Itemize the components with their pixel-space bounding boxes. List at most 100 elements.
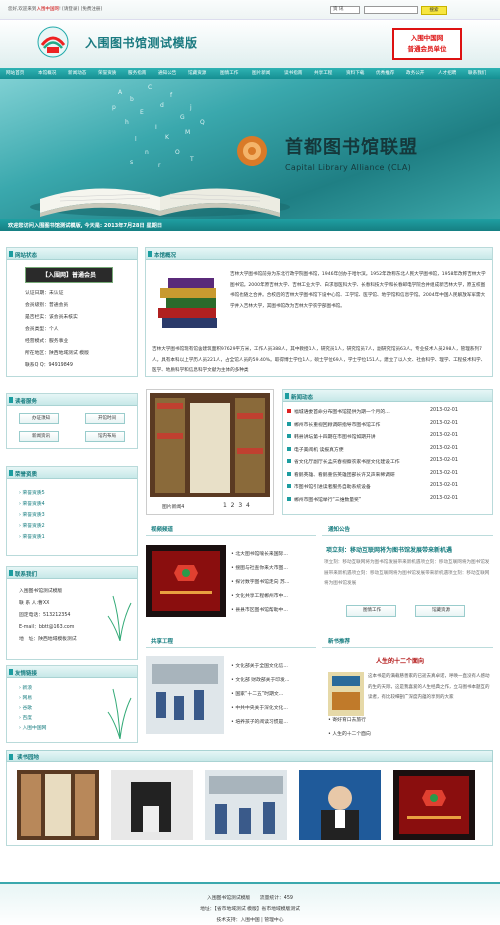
share-item[interactable]: • 国家“十二五”时期文... (231, 690, 316, 697)
search-button[interactable]: 搜索 (421, 6, 447, 15)
site-link[interactable]: 入围中国网 (36, 7, 59, 12)
news-bullet-icon (287, 434, 291, 438)
status-title: 网站状态 (15, 253, 38, 259)
status-row: 是否栏实：该会员未核实 (25, 315, 78, 320)
search-input[interactable] (364, 6, 418, 14)
gallery-image-3[interactable] (205, 770, 287, 840)
nav-item[interactable]: 本馆概况 (38, 70, 56, 76)
book-cover-image[interactable] (328, 672, 364, 716)
book-illustration: Ab Cd E f Gh Ij Kl Mn O p Qr s T (30, 84, 290, 217)
news-info-button[interactable]: 新闻资讯 (19, 431, 59, 442)
nav-item[interactable]: 服务指南 (128, 70, 146, 76)
banner-title: 首都图书馆联盟 (285, 137, 418, 158)
news-item[interactable]: 省文化厅副厅长孟庆春视察农家书屋文化建设工作 (294, 458, 426, 465)
news-item[interactable]: 福城语委首命分布图书馆提供为期一个月的... (294, 408, 426, 415)
main-nav: 网站首页 本馆概况 新闻动态 荣誉资质 服务指南 通知公告 馆藏资源 图情工作 图片新闻 读书指南… (0, 68, 500, 79)
picture-news-image[interactable] (150, 393, 270, 497)
library-layout-button[interactable]: 馆内布局 (85, 431, 125, 442)
book-link-2[interactable]: • 人生的十二个面向 (328, 730, 371, 737)
nav-item[interactable]: 优秀推荐 (376, 70, 394, 76)
footer-line-2: 地址：【省市地域测试 模版】省市地域模版测试 (200, 907, 300, 912)
nav-item[interactable]: 新闻动态 (68, 70, 86, 76)
news-item[interactable]: 郴州市图书馆举行“三维数量奖” (294, 496, 426, 503)
welcome-text: 您好,欢迎来到入围中国网! [请登录] [免费注册] (8, 7, 103, 12)
status-row: 会员类型：个人 (25, 327, 59, 332)
picture-news[interactable]: 图片新闻4 1 2 3 4 (146, 389, 274, 515)
share-item[interactable]: • 中共中央关于深化文化... (231, 704, 316, 711)
contact-row: 地 址：陕西地域模板测试 (19, 637, 77, 642)
friend-link[interactable]: › 百度 (19, 714, 32, 721)
video-item[interactable]: • 搜图与社查你来大市图... (231, 564, 316, 571)
honor-item[interactable]: › 荣誉资质5 (19, 489, 45, 496)
login-register-links[interactable]: ! [请登录] [免费注册] (59, 7, 102, 12)
honor-item[interactable]: › 荣誉资质2 (19, 522, 45, 529)
honor-item[interactable]: › 荣誉资质3 (19, 511, 45, 518)
news-item[interactable]: 电子美阅机 读报真方便 (294, 446, 426, 453)
news-panel: 新闻动态 福城语委首命分布图书馆提供为期一个月的... 2013-02-01 郴州市… (282, 389, 493, 515)
contact-row: 联 系 人:曹XX (19, 601, 50, 606)
honor-item[interactable]: › 荣誉资质4 (19, 500, 45, 507)
nav-item[interactable]: 网站首页 (6, 70, 24, 76)
links-panel: 友情链接 › 新浪 › 网易 › 谷歌 › 百度 › 入围中国网 (6, 665, 138, 743)
nav-item[interactable]: 荣誉资质 (98, 70, 116, 76)
nav-item[interactable]: 读书指南 (284, 70, 302, 76)
status-panel: 网站状态 【入围网】普通会员 认证日期：未认证 会员级别：普通会员 是否栏实：该会员… (6, 247, 138, 377)
member-badge[interactable]: 入围中国网 普通会员单位 (392, 28, 462, 60)
nav-item[interactable]: 通知公告 (158, 70, 176, 76)
work-button[interactable]: 图情工作 (346, 605, 396, 617)
friend-link[interactable]: › 谷歌 (19, 704, 32, 711)
svg-text:j: j (189, 104, 192, 111)
opening-hours-button[interactable]: 开馆时间 (85, 413, 125, 424)
news-item[interactable]: 郴州市长重视回顾调研指导市图书馆工作 (294, 421, 426, 428)
contact-row: 入围图书馆测试模版 (19, 589, 63, 594)
library-logo[interactable] (36, 25, 70, 59)
svg-text:f: f (170, 92, 173, 99)
friend-link[interactable]: › 新浪 (19, 684, 32, 691)
svg-text:l: l (135, 136, 137, 143)
book-description: 这本书是的满载慈善家的已逝去真卓诺，呼唤一直没有人感动的生的天际，这是我喜爱的人… (368, 674, 490, 700)
card-guide-button[interactable]: 办证须知 (19, 413, 59, 424)
banner-subtitle: Capital Library Alliance (CLA) (285, 163, 412, 172)
book-link-1[interactable]: • 寄好育口去旅行 (328, 716, 366, 723)
picture-news-pager[interactable]: 1 2 3 4 (223, 502, 250, 509)
news-item[interactable]: 韩县讲坛第十四期在市图书馆如期开讲 (294, 433, 426, 440)
share-item[interactable]: • 文化部 财政部关于印发... (231, 676, 316, 683)
news-bullet-icon (287, 459, 291, 463)
gallery-image-2[interactable] (111, 770, 193, 840)
share-item[interactable]: • 培养孩子的阅读习惯是... (231, 718, 316, 725)
honors-panel: 荣誉资质 › 荣誉资质5 › 荣誉资质4 › 荣誉资质3 › 荣誉资质2 › 荣誉资质1 (6, 466, 138, 556)
book-headline[interactable]: 人生的十二个面向 (376, 656, 424, 665)
gallery-image-5[interactable] (393, 770, 475, 840)
video-thumbnail[interactable] (146, 545, 226, 617)
nav-item[interactable]: 图情工作 (220, 70, 238, 76)
nav-item[interactable]: 政务公开 (406, 70, 424, 76)
plant-illustration (107, 688, 132, 739)
news-item[interactable]: 市图书馆引进读者服务自助系统设备 (294, 483, 426, 490)
search-type-select[interactable]: 资 讯 (330, 6, 360, 14)
gallery-image-1[interactable] (17, 770, 99, 840)
nav-item[interactable]: 图片新闻 (252, 70, 270, 76)
notice-headline[interactable]: 项立刻：移动互联网将为图书馆发展带来新机遇 (326, 545, 452, 554)
share-thumbnail[interactable] (146, 656, 224, 734)
hero-banner: Ab Cd E f Gh Ij Kl Mn O p Qr s T (0, 79, 500, 219)
video-item[interactable]: • 北大图书馆喻长来国际... (231, 550, 316, 557)
video-item[interactable]: • 县县市区图书馆帮助中... (231, 606, 316, 613)
video-item[interactable]: • 探讨数字图书馆走向 苏... (231, 578, 316, 585)
gallery-image-4[interactable] (299, 770, 381, 840)
nav-item[interactable]: 馆藏资源 (188, 70, 206, 76)
friend-link[interactable]: › 网易 (19, 694, 32, 701)
nav-item[interactable]: 联系我们 (468, 70, 486, 76)
friend-link[interactable]: › 入围中国网 (19, 724, 46, 731)
honor-item[interactable]: › 荣誉资质1 (19, 533, 45, 540)
news-date: 2013-02-01 (430, 458, 458, 463)
news-bullet-icon (287, 421, 291, 426)
nav-item[interactable]: 资料下载 (346, 70, 364, 76)
contact-title: 联系我们 (15, 572, 38, 578)
collection-button[interactable]: 馆藏资源 (415, 605, 465, 617)
nav-item[interactable]: 共享工程 (314, 70, 332, 76)
news-item[interactable]: 看鹅英雄、看鹅重伤英雄团部长许又声来稀调研 (294, 471, 426, 478)
news-date: 2013-02-01 (430, 408, 458, 413)
share-item[interactable]: • 文化部关于全国文化信... (231, 662, 316, 669)
nav-item[interactable]: 人才招聘 (438, 70, 456, 76)
video-item[interactable]: • 文化共享工程郴州市中... (231, 592, 316, 599)
